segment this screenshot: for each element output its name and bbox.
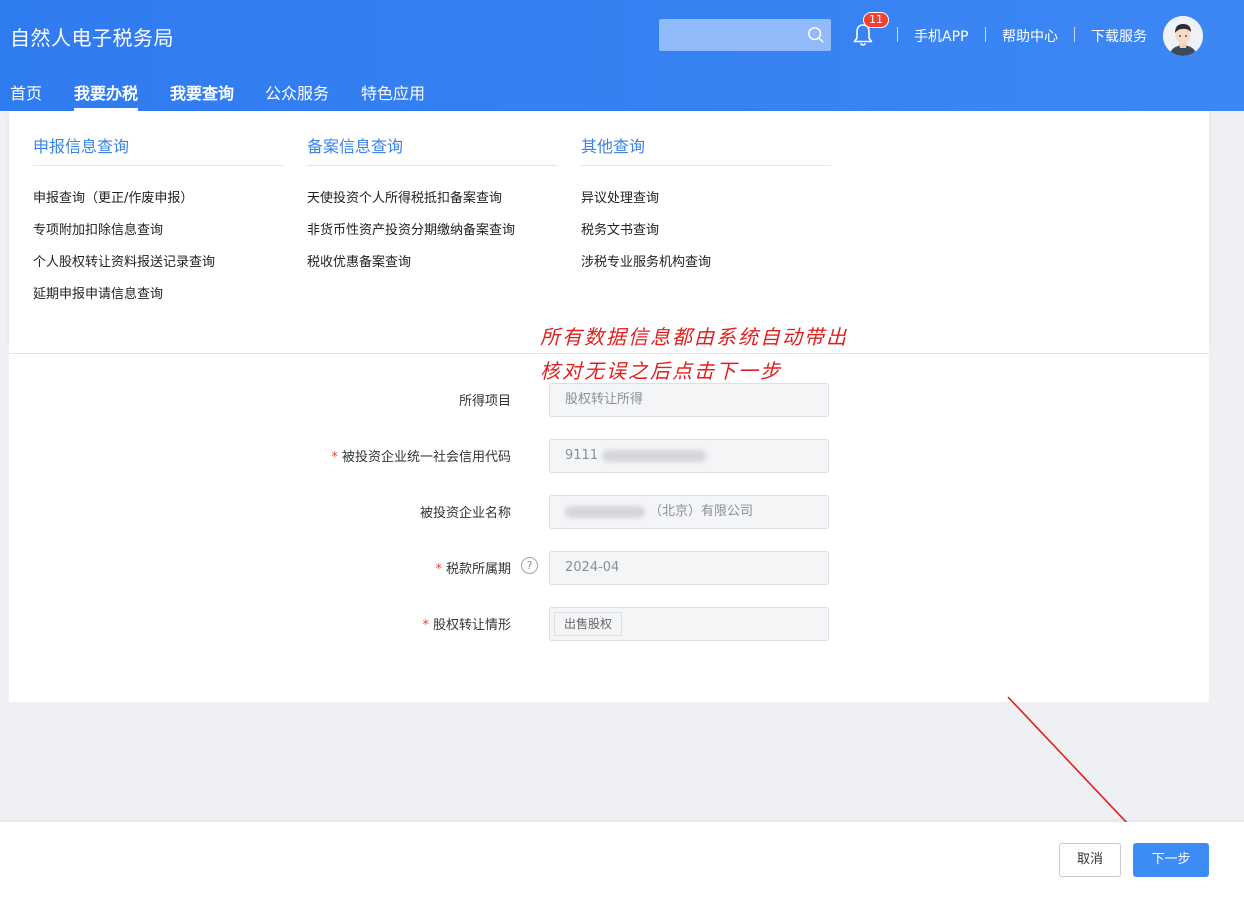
notification-badge: 11 — [863, 12, 889, 28]
tax-period-label: * 税款所属期 — [435, 558, 511, 577]
menu-column-title: 备案信息查询 — [307, 137, 404, 156]
credit-code-field[interactable]: 9111 — [549, 439, 829, 473]
search-icon[interactable] — [807, 26, 825, 44]
divider — [1074, 27, 1075, 42]
transfer-type-field[interactable]: 出售股权 — [549, 607, 829, 641]
redacted-text — [565, 505, 645, 518]
action-footer: 取消 下一步 — [0, 822, 1244, 898]
menu-link[interactable]: 专项附加扣除信息查询 — [33, 219, 163, 238]
divider — [9, 353, 1209, 354]
divider — [33, 165, 283, 166]
menu-column-title: 申报信息查询 — [33, 137, 130, 156]
top-header: 自然人电子税务局 11 手机APP 帮助中心 下载服务 首页 我要办税 我要查询… — [0, 0, 1244, 111]
avatar[interactable] — [1163, 16, 1203, 56]
company-name-label: 被投资企业名称 — [419, 506, 511, 521]
mobile-app-link[interactable]: 手机APP — [914, 26, 968, 46]
menu-link[interactable]: 税务文书查询 — [581, 219, 659, 238]
menu-link[interactable]: 个人股权转让资料报送记录查询 — [33, 251, 215, 270]
download-link[interactable]: 下载服务 — [1091, 26, 1147, 46]
annotation-line-2: 核对无误之后点击下一步 — [540, 359, 782, 383]
divider — [985, 27, 986, 42]
tax-period-label-text: 税款所属期 — [445, 562, 511, 577]
redacted-text — [602, 449, 707, 462]
divider — [307, 165, 557, 166]
menu-column-title: 其他查询 — [581, 137, 646, 156]
credit-code-value: 9111 — [565, 448, 599, 463]
nav-tax-handling[interactable]: 我要办税 — [74, 80, 139, 111]
divider — [581, 165, 831, 166]
required-mark: * — [422, 618, 429, 633]
transfer-type-label: * 股权转让情形 — [422, 614, 511, 633]
annotation-line-1: 所有数据信息都由系统自动带出 — [540, 325, 848, 349]
cancel-button[interactable]: 取消 — [1059, 843, 1121, 877]
required-mark: * — [331, 450, 338, 465]
menu-link[interactable]: 申报查询（更正/作废申报） — [33, 187, 193, 206]
menu-link[interactable]: 天使投资个人所得税抵扣备案查询 — [307, 187, 502, 206]
menu-link[interactable]: 非货币性资产投资分期缴纳备案查询 — [307, 219, 515, 238]
credit-code-label-text: 被投资企业统一社会信用代码 — [341, 450, 511, 465]
menu-link[interactable]: 异议处理查询 — [581, 187, 659, 206]
transfer-type-label-text: 股权转让情形 — [432, 618, 511, 633]
help-center-link[interactable]: 帮助中心 — [1002, 26, 1058, 46]
menu-link[interactable]: 税收优惠备案查询 — [307, 251, 411, 270]
help-icon[interactable]: ? — [521, 557, 538, 574]
credit-code-label: * 被投资企业统一社会信用代码 — [331, 446, 511, 465]
search-input[interactable] — [659, 19, 831, 51]
transfer-type-tag: 出售股权 — [554, 611, 623, 636]
company-name-value: （北京）有限公司 — [649, 504, 754, 519]
user-avatar-icon — [1163, 16, 1203, 56]
nav-public-service[interactable]: 公众服务 — [265, 80, 329, 111]
nav-home[interactable]: 首页 — [10, 80, 42, 111]
required-mark: * — [435, 562, 442, 577]
income-item-label: 所得项目 — [458, 394, 511, 409]
form-panel: 所得项目 股权转让所得 * 被投资企业统一社会信用代码 9111 被投资企业名称 … — [9, 343, 1209, 702]
tax-period-field[interactable]: 2024-04 — [549, 551, 829, 585]
nav-query[interactable]: 我要查询 — [170, 80, 234, 111]
site-title[interactable]: 自然人电子税务局 — [10, 22, 174, 51]
company-name-field[interactable]: （北京）有限公司 — [549, 495, 829, 529]
nav-featured-apps[interactable]: 特色应用 — [361, 80, 425, 111]
menu-link[interactable]: 涉税专业服务机构查询 — [581, 251, 711, 270]
next-step-button[interactable]: 下一步 — [1133, 843, 1209, 877]
divider — [897, 27, 898, 42]
menu-link[interactable]: 延期申报申请信息查询 — [33, 283, 163, 302]
income-item-field[interactable]: 股权转让所得 — [549, 383, 829, 417]
query-dropdown-menu: 申报信息查询 申报查询（更正/作废申报） 专项附加扣除信息查询 个人股权转让资料… — [9, 111, 1209, 343]
